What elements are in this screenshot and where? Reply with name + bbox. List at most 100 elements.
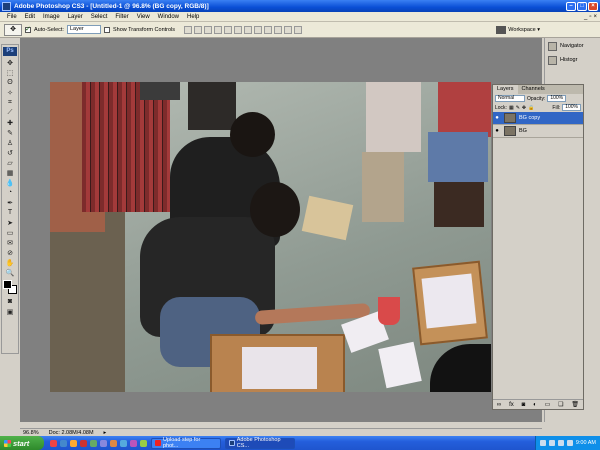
delete-layer-icon[interactable]: 🗑 [571, 401, 579, 408]
menu-window[interactable]: Window [154, 14, 183, 20]
eyedropper-tool-icon[interactable]: ⊘ [3, 248, 17, 257]
task-browser[interactable]: Upload step for phot... [151, 437, 221, 449]
quick-launch-icon-7[interactable] [110, 439, 117, 447]
menu-layer[interactable]: Layer [64, 14, 87, 20]
align-top-icon[interactable] [184, 25, 193, 34]
menu-image[interactable]: Image [39, 14, 64, 20]
move-tool-icon[interactable]: ✥ [3, 58, 17, 67]
move-tool-preset-icon[interactable]: ✥ [4, 23, 22, 36]
align-left-icon[interactable] [214, 25, 223, 34]
quick-launch-icon-2[interactable] [60, 439, 67, 447]
opacity-field[interactable]: 100% [547, 95, 567, 102]
distribute-hcenter-icon[interactable] [284, 25, 293, 34]
start-button[interactable]: start [0, 436, 44, 450]
layer-mask-icon[interactable]: ◙ [522, 402, 526, 408]
status-arrow-icon[interactable]: ▸ [104, 430, 107, 436]
fill-field[interactable]: 100% [562, 104, 581, 111]
zoom-tool-icon[interactable]: 🔍 [3, 268, 17, 277]
new-layer-icon[interactable]: ❑ [558, 401, 563, 408]
distribute-left-icon[interactable] [274, 25, 283, 34]
crop-tool-icon[interactable]: ⌗ [3, 98, 17, 107]
menu-filter[interactable]: Filter [111, 14, 132, 20]
quick-mask-icon[interactable]: ◙ [3, 297, 17, 306]
dock-histogram[interactable]: Histogr [545, 54, 600, 66]
eraser-tool-icon[interactable]: ▱ [3, 158, 17, 167]
tab-channels[interactable]: Channels [518, 85, 549, 94]
layer-row-bg-copy[interactable]: ● BG copy [493, 112, 583, 125]
healing-brush-tool-icon[interactable]: ✚ [3, 118, 17, 127]
auto-select-dropdown[interactable]: Layer [66, 25, 101, 34]
menu-edit[interactable]: Edit [21, 14, 39, 20]
gradient-tool-icon[interactable]: ▦ [3, 168, 17, 177]
tray-icon-1[interactable] [539, 440, 546, 446]
distribute-right-icon[interactable] [294, 25, 303, 34]
align-right-icon[interactable] [234, 25, 243, 34]
pen-tool-icon[interactable]: ✒ [3, 198, 17, 207]
distribute-top-icon[interactable] [244, 25, 253, 34]
adjustment-layer-icon[interactable]: ◐ [533, 402, 537, 408]
menu-help[interactable]: Help [183, 14, 203, 20]
dodge-tool-icon[interactable]: ◔ [3, 188, 17, 197]
workspace-switcher[interactable]: Workspace ▾ [496, 25, 540, 34]
screen-mode-icon[interactable]: ▣ [3, 307, 17, 316]
lock-all-icon[interactable]: 🔒 [528, 105, 534, 111]
type-tool-icon[interactable]: T [3, 208, 17, 217]
quick-launch-icon-10[interactable] [140, 439, 147, 447]
tray-icon-3[interactable] [557, 440, 564, 446]
zoom-readout[interactable]: 96.8% [23, 430, 39, 436]
blur-tool-icon[interactable]: 💧 [3, 178, 17, 187]
visibility-eye-icon[interactable]: ● [493, 128, 501, 134]
foreground-color-swatch[interactable] [3, 280, 12, 289]
maximize-button[interactable]: □ [577, 1, 587, 11]
tab-layers[interactable]: Layers [493, 85, 518, 94]
link-layers-icon[interactable]: ∞ [497, 402, 501, 408]
visibility-eye-icon[interactable]: ● [493, 115, 501, 121]
slice-tool-icon[interactable]: ⟋ [3, 108, 17, 117]
doc-close-icon[interactable]: × [593, 14, 597, 20]
menu-view[interactable]: View [133, 14, 154, 20]
path-selection-tool-icon[interactable]: ➤ [3, 218, 17, 227]
task-photoshop[interactable]: Adobe Photoshop CS... [225, 437, 295, 449]
clock[interactable]: 9:00 AM [576, 440, 596, 446]
close-button[interactable]: × [588, 1, 598, 11]
show-transform-checkbox[interactable] [103, 26, 110, 33]
lock-transparency-icon[interactable]: ▦ [509, 105, 514, 111]
clone-stamp-tool-icon[interactable]: ♙ [3, 138, 17, 147]
doc-restore-icon[interactable]: ▫ [589, 14, 591, 20]
layer-row-bg[interactable]: ● BG [493, 125, 583, 138]
minimize-button[interactable]: – [566, 1, 576, 11]
lasso-tool-icon[interactable]: ʘ [3, 78, 17, 87]
quick-launch-icon-4[interactable] [80, 439, 87, 447]
quick-launch-icon-3[interactable] [70, 439, 77, 447]
history-brush-tool-icon[interactable]: ↺ [3, 148, 17, 157]
hand-tool-icon[interactable]: ✋ [3, 258, 17, 267]
align-hcenter-icon[interactable] [224, 25, 233, 34]
tray-icon-2[interactable] [548, 440, 555, 446]
notes-tool-icon[interactable]: ✉ [3, 238, 17, 247]
magic-wand-tool-icon[interactable]: ✧ [3, 88, 17, 97]
quick-launch-icon-8[interactable] [120, 439, 127, 447]
quick-launch-icon-5[interactable] [90, 439, 97, 447]
blend-mode-dropdown[interactable]: Normal [495, 95, 525, 102]
distribute-vcenter-icon[interactable] [254, 25, 263, 34]
new-group-icon[interactable]: ▭ [545, 401, 551, 408]
quick-launch-icon-1[interactable] [50, 439, 57, 447]
doc-minimize-icon[interactable]: _ [584, 14, 587, 20]
quick-launch-icon-9[interactable] [130, 439, 137, 447]
shape-tool-icon[interactable]: ▭ [3, 228, 17, 237]
brush-tool-icon[interactable]: ✎ [3, 128, 17, 137]
tray-icon-4[interactable] [566, 440, 573, 446]
auto-select-checkbox[interactable] [25, 25, 31, 33]
quick-launch-icon-6[interactable] [100, 439, 107, 447]
distribute-bottom-icon[interactable] [264, 25, 273, 34]
align-vcenter-icon[interactable] [194, 25, 203, 34]
marquee-tool-icon[interactable]: ⬚ [3, 68, 17, 77]
align-bottom-icon[interactable] [204, 25, 213, 34]
dock-navigator[interactable]: Navigator [545, 40, 600, 52]
menu-file[interactable]: File [3, 14, 21, 20]
document-canvas[interactable] [50, 82, 491, 392]
lock-position-icon[interactable]: ✥ [522, 105, 526, 111]
menu-select[interactable]: Select [87, 14, 112, 20]
lock-pixels-icon[interactable]: ✎ [516, 105, 520, 111]
color-swatches[interactable] [3, 280, 17, 294]
